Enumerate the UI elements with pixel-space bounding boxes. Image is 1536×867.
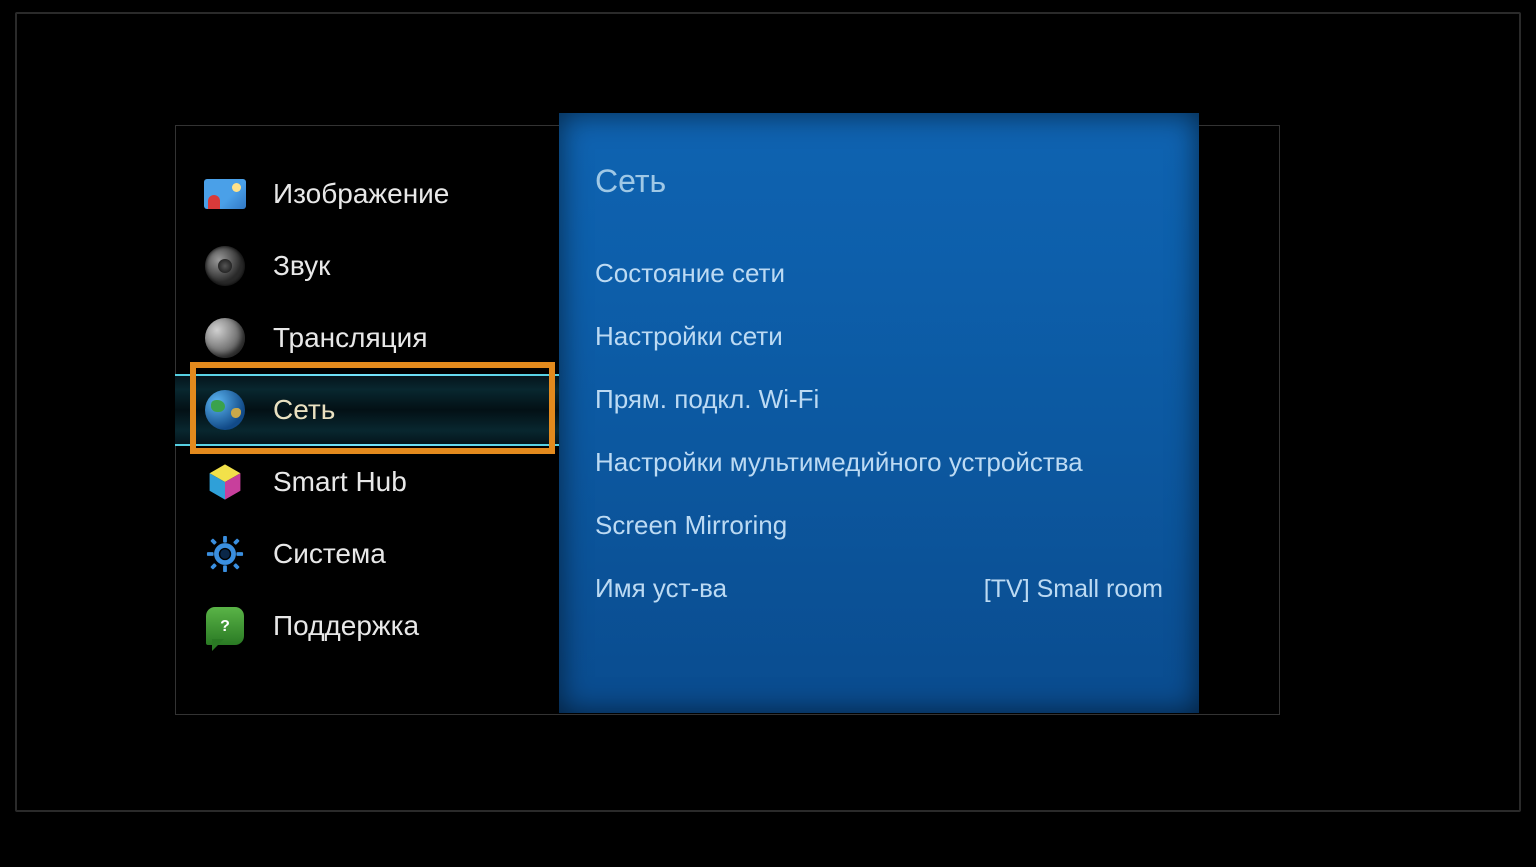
panel-item-label: Состояние сети [595,258,785,289]
panel-item-label: Настройки мультимедийного устройства [595,447,1083,478]
sidebar-item-support[interactable]: ? Поддержка [175,590,560,662]
sidebar-item-label: Звук [273,250,330,282]
sidebar-item-network[interactable]: Сеть [175,374,560,446]
panel-item-network-status[interactable]: Состояние сети [595,258,1163,289]
panel-item-device-name[interactable]: Имя уст-ва [TV] Small room [595,573,1163,604]
picture-icon [203,172,247,216]
smarthub-icon [203,460,247,504]
support-icon: ? [203,604,247,648]
sidebar-item-smarthub[interactable]: Smart Hub [175,446,560,518]
panel-item-network-settings[interactable]: Настройки сети [595,321,1163,352]
panel-item-label: Прям. подкл. Wi-Fi [595,384,819,415]
panel-item-label: Настройки сети [595,321,783,352]
sidebar-item-label: Изображение [273,178,449,210]
sidebar-item-label: Сеть [273,394,335,426]
panel-title: Сеть [595,163,1163,200]
globe-icon [203,388,247,432]
svg-text:?: ? [220,618,230,635]
gear-icon [203,532,247,576]
panel-item-multimedia-settings[interactable]: Настройки мультимедийного устройства [595,447,1163,478]
sidebar-item-sound[interactable]: Звук [175,230,560,302]
sidebar-item-broadcast[interactable]: Трансляция [175,302,560,374]
panel-item-wifi-direct[interactable]: Прям. подкл. Wi-Fi [595,384,1163,415]
broadcast-icon [203,316,247,360]
network-panel: Сеть Состояние сети Настройки сети Прям.… [559,113,1199,713]
settings-sidebar: Изображение Звук Трансляция Сеть Smart H… [175,158,560,662]
sidebar-item-label: Трансляция [273,322,427,354]
sidebar-item-picture[interactable]: Изображение [175,158,560,230]
sound-icon [203,244,247,288]
sidebar-item-system[interactable]: Система [175,518,560,590]
sidebar-item-label: Система [273,538,386,570]
panel-item-label: Имя уст-ва [595,573,727,604]
sidebar-item-label: Поддержка [273,610,419,642]
sidebar-item-label: Smart Hub [273,466,407,498]
panel-item-label: Screen Mirroring [595,510,787,541]
panel-item-value: [TV] Small room [984,575,1163,604]
panel-item-screen-mirroring[interactable]: Screen Mirroring [595,510,1163,541]
